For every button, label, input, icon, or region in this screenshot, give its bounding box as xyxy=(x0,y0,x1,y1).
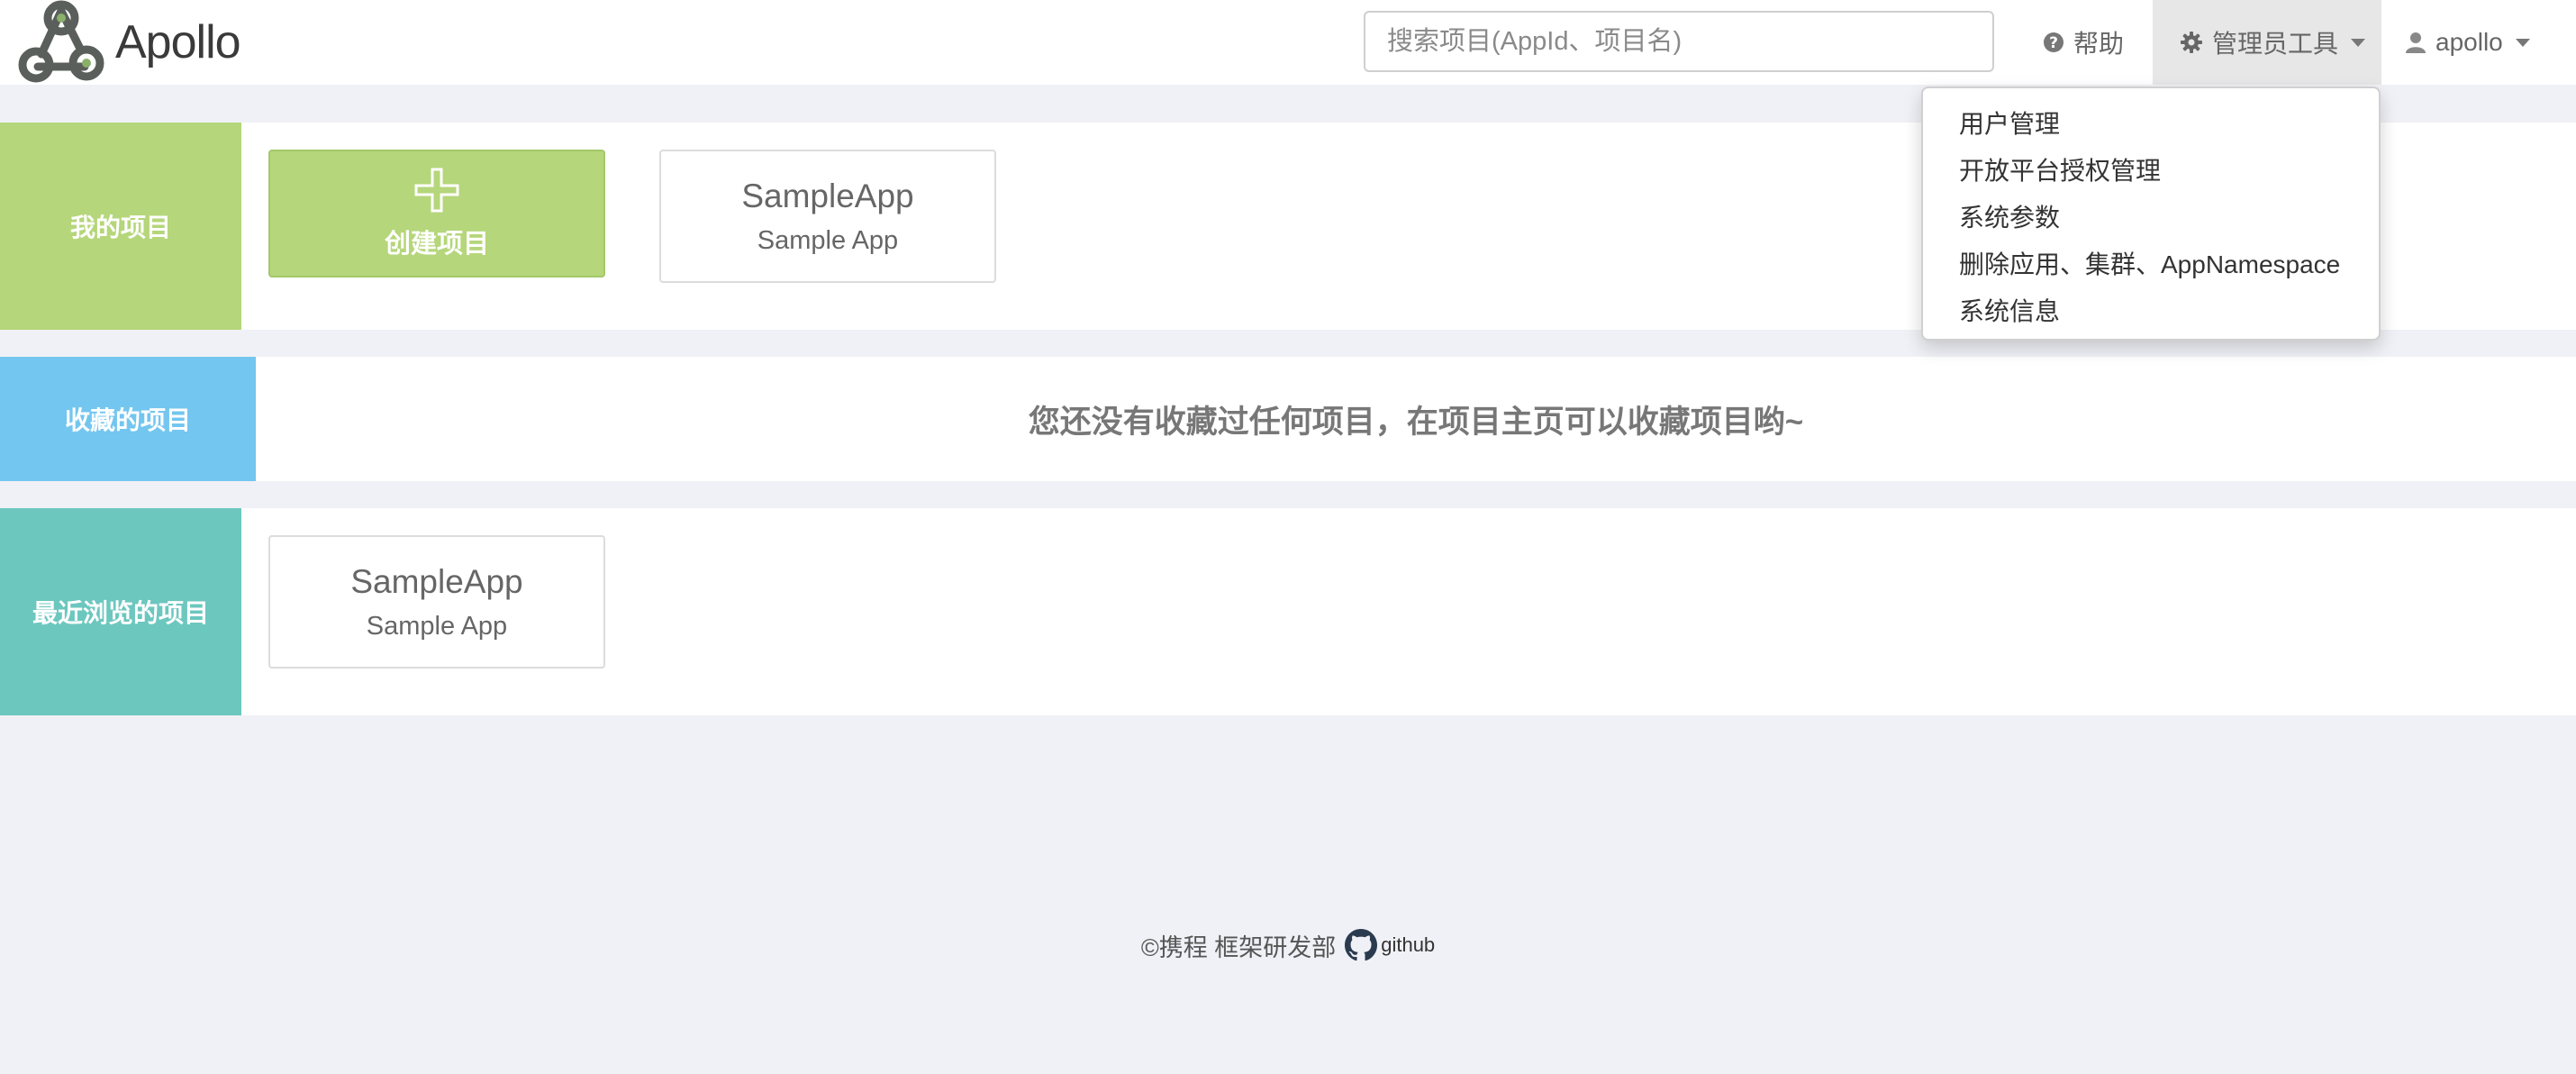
search-input[interactable] xyxy=(1364,11,1994,72)
brand-logo-link[interactable]: Apollo xyxy=(16,0,241,85)
favorite-projects-label: 收藏的项目 xyxy=(0,357,256,481)
recent-projects-section: 最近浏览的项目 SampleApp Sample App xyxy=(0,508,2576,715)
top-navbar: Apollo ? 帮助 管理员工具 apollo xyxy=(0,0,2576,85)
admin-tools-label: 管理员工具 xyxy=(2212,30,2339,58)
project-card-sampleapp[interactable]: SampleApp Sample App xyxy=(659,150,996,283)
brand-name: Apollo xyxy=(115,16,241,68)
project-app-name: Sample App xyxy=(757,225,899,255)
menu-item-system-info[interactable]: 系统信息 xyxy=(1923,288,2379,335)
create-project-button[interactable]: 创建项目 xyxy=(268,150,605,278)
favorites-empty-message: 您还没有收藏过任何项目，在项目主页可以收藏项目哟~ xyxy=(1028,404,1804,440)
caret-down-icon xyxy=(2351,38,2366,47)
menu-item-user-management[interactable]: 用户管理 xyxy=(1923,101,2379,148)
user-icon xyxy=(2406,32,2426,53)
caret-down-icon xyxy=(2515,38,2530,47)
admin-tools-dropdown-toggle[interactable]: 管理员工具 xyxy=(2153,0,2381,85)
github-icon xyxy=(1345,929,1378,961)
username-label: apollo xyxy=(2435,28,2503,56)
create-project-label: 创建项目 xyxy=(384,230,489,259)
footer-copyright: ©携程 框架研发部 xyxy=(1140,933,1337,961)
svg-text:?: ? xyxy=(2049,34,2058,52)
recent-project-card-sampleapp[interactable]: SampleApp Sample App xyxy=(268,535,605,669)
project-app-id: SampleApp xyxy=(741,177,914,214)
question-circle-icon: ? xyxy=(2044,32,2064,52)
menu-item-delete-app-cluster-namespace[interactable]: 删除应用、集群、AppNamespace xyxy=(1923,241,2379,288)
project-app-name: Sample App xyxy=(366,611,508,641)
help-link[interactable]: ? 帮助 xyxy=(2043,0,2124,85)
menu-item-system-params[interactable]: 系统参数 xyxy=(1923,195,2379,241)
favorite-projects-section: 收藏的项目 您还没有收藏过任何项目，在项目主页可以收藏项目哟~ xyxy=(0,357,2576,481)
user-menu-toggle[interactable]: apollo xyxy=(2405,0,2530,85)
help-label: 帮助 xyxy=(2073,30,2125,58)
github-link[interactable]: github xyxy=(1345,929,1435,961)
plus-icon xyxy=(414,168,459,213)
github-label: github xyxy=(1381,933,1436,956)
apollo-logo-icon xyxy=(18,0,104,83)
recent-projects-label: 最近浏览的项目 xyxy=(0,508,241,715)
menu-item-open-platform-auth[interactable]: 开放平台授权管理 xyxy=(1923,148,2379,195)
page-footer: ©携程 框架研发部 github xyxy=(0,923,2576,968)
gear-icon xyxy=(2181,32,2202,53)
project-app-id: SampleApp xyxy=(350,562,523,600)
my-projects-label: 我的项目 xyxy=(0,123,241,330)
admin-tools-dropdown-menu: 用户管理 开放平台授权管理 系统参数 删除应用、集群、AppNamespace … xyxy=(1921,86,2381,341)
